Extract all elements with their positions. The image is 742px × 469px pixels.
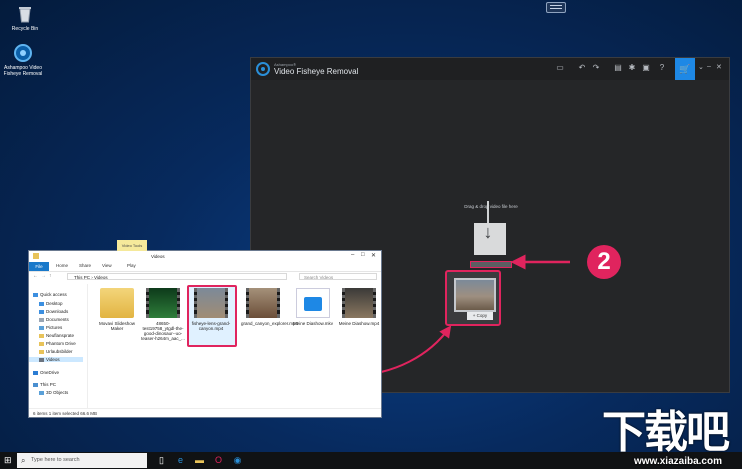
- tab-home[interactable]: Home: [56, 263, 68, 268]
- file-item[interactable]: Movavi Slideshow Maker: [95, 288, 139, 331]
- edge-icon[interactable]: e: [174, 454, 187, 467]
- file-item[interactable]: Meine Diashow.mkv: [291, 288, 335, 326]
- address-bar[interactable]: This PC › Videos: [67, 273, 287, 280]
- step-badge-2: 2: [587, 245, 621, 279]
- file-item[interactable]: grand_canyon_explorer.mp4: [241, 288, 299, 326]
- file-label: Movavi Slideshow Maker: [98, 321, 135, 331]
- windows-start-icon[interactable]: ⊞: [4, 455, 15, 466]
- nav-pictures[interactable]: Pictures: [39, 325, 62, 330]
- file-label: 48650-test19758_ytgdl-the-good-dinosaur-…: [141, 321, 185, 341]
- video-folder-icon: [39, 357, 44, 362]
- nav-this-pc[interactable]: This PC: [33, 382, 56, 387]
- minimize-icon[interactable]: –: [351, 252, 354, 258]
- nav-documents[interactable]: Documents: [39, 317, 69, 322]
- tab-play[interactable]: Play: [127, 263, 136, 268]
- address-row: ← → ↑ This PC › Videos Search Videos: [29, 272, 381, 282]
- nav-onedrive[interactable]: OneDrive: [33, 370, 59, 375]
- opera-icon[interactable]: O: [212, 454, 225, 467]
- video-thumbnail-icon: [194, 288, 228, 318]
- download-icon: [39, 309, 44, 314]
- status-text: 6 items 1 item selected 66.6 MB: [33, 411, 98, 416]
- search-input[interactable]: Search Videos: [299, 273, 377, 280]
- watermark-logo: 下载吧: [602, 408, 730, 457]
- status-bar: 6 items 1 item selected 66.6 MB: [29, 408, 381, 418]
- task-view-icon[interactable]: ▯: [155, 454, 168, 467]
- video-tools-label[interactable]: Video Tools: [117, 240, 147, 251]
- cloud-icon: [33, 370, 38, 375]
- star-icon: [33, 292, 38, 297]
- nav-folder-1[interactable]: Neuflansprate: [39, 333, 74, 338]
- tab-share[interactable]: Share: [79, 263, 91, 268]
- explorer-window: Video Tools Videos – □ ✕ File Home Share…: [28, 240, 382, 418]
- explorer-titlebar: Video Tools Videos – □ ✕: [29, 240, 381, 262]
- file-label: Meine Diashow.mp4: [338, 321, 380, 326]
- file-item[interactable]: Meine Diashow.mp4: [337, 288, 381, 326]
- nav-quick-access[interactable]: Quick access: [33, 292, 67, 297]
- video-thumbnail-icon: [246, 288, 280, 318]
- file-item[interactable]: 48650-test19758_ytgdl-the-good-dinosaur-…: [141, 288, 185, 341]
- file-label: grand_canyon_explorer.mp4: [241, 321, 299, 326]
- desktop-icon: [39, 301, 44, 306]
- video-file-icon: [296, 288, 330, 318]
- watermark-url: www.xiazaiba.com: [634, 456, 722, 467]
- file-list: Movavi Slideshow Maker 48650-test19758_y…: [91, 284, 379, 408]
- nav-videos[interactable]: Videos: [29, 357, 83, 362]
- explorer-title: Videos: [151, 254, 165, 259]
- ribbon-tabs: File Home Share View Play: [29, 262, 381, 272]
- tab-view[interactable]: View: [102, 263, 112, 268]
- file-label: fisheye-lens-grand-canyon.mp4: [191, 321, 231, 331]
- up-icon[interactable]: ↑: [49, 273, 52, 279]
- fisheye-app-taskbar-icon[interactable]: ◉: [231, 454, 244, 467]
- taskbar-search[interactable]: Type here to search: [17, 453, 147, 468]
- navigation-pane: Quick access Desktop Downloads Documents…: [29, 284, 88, 408]
- nav-3d-objects[interactable]: 3D Objects: [39, 390, 68, 395]
- forward-icon[interactable]: →: [41, 273, 46, 279]
- pictures-icon: [39, 325, 44, 330]
- watermark: 下载吧 www.xiazaiba.com: [602, 410, 742, 469]
- folder-icon: [100, 288, 134, 318]
- file-label: Meine Diashow.mkv: [292, 321, 333, 326]
- video-thumbnail-icon: [342, 288, 376, 318]
- maximize-icon[interactable]: □: [361, 252, 365, 258]
- folder-icon: [33, 253, 39, 259]
- tab-file[interactable]: File: [29, 262, 49, 271]
- close-icon[interactable]: ✕: [371, 252, 376, 259]
- folder-icon: [39, 349, 44, 354]
- file-explorer-icon[interactable]: ▬: [193, 454, 206, 467]
- back-icon[interactable]: ←: [33, 273, 38, 279]
- cube-icon: [39, 390, 44, 395]
- nav-downloads[interactable]: Downloads: [39, 309, 68, 314]
- folder-icon: [39, 333, 44, 338]
- video-thumbnail-icon: [146, 288, 180, 318]
- nav-folder-3[interactable]: Urlaubsbilder: [39, 349, 73, 354]
- file-item-selected[interactable]: fisheye-lens-grand-canyon.mp4: [187, 285, 237, 347]
- folder-icon: [39, 341, 44, 346]
- document-icon: [39, 317, 44, 322]
- nav-desktop[interactable]: Desktop: [39, 301, 63, 306]
- nav-folder-2[interactable]: Phantom Drive: [39, 341, 76, 346]
- computer-icon: [33, 382, 38, 387]
